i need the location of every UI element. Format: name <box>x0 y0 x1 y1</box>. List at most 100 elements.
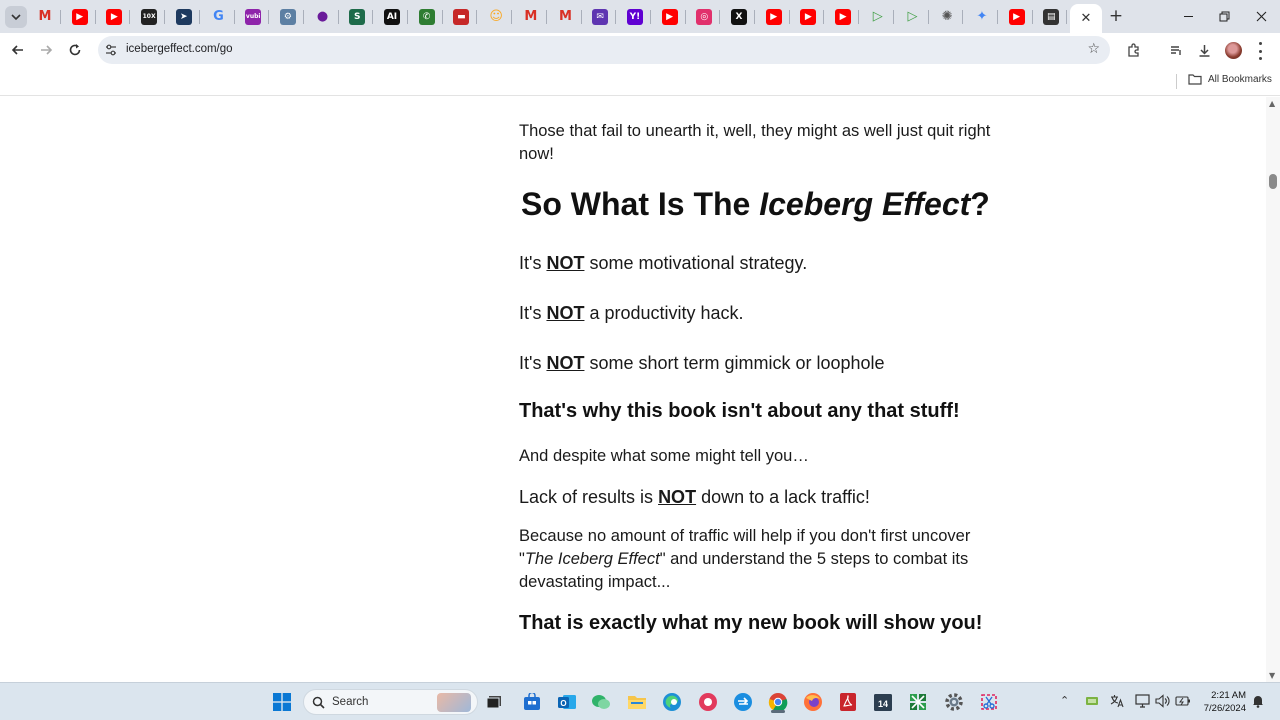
bookmark-star-icon[interactable]: ☆ <box>1087 41 1100 57</box>
pinned-tab[interactable]: vubi <box>238 4 270 29</box>
chat-icon <box>592 695 610 709</box>
not-line: It's NOT a productivity hack. <box>519 303 744 324</box>
pinned-tab[interactable]: ✉ <box>585 4 617 29</box>
page-heading: So What Is The Iceberg Effect? <box>521 186 990 223</box>
page-scrollbar[interactable]: ▲ ▼ <box>1266 97 1280 682</box>
restore-button[interactable] <box>1206 0 1242 33</box>
display-icon[interactable] <box>1135 694 1151 708</box>
pinned-tab[interactable]: ▶ <box>65 4 96 29</box>
pinned-tab[interactable]: M <box>30 4 61 29</box>
site-info-icon[interactable] <box>104 43 118 57</box>
tab-separator <box>892 10 894 24</box>
calendar-app[interactable]: 14 <box>871 690 895 714</box>
minimize-button[interactable] <box>1170 0 1206 33</box>
pinned-tab[interactable]: ✦ <box>967 4 998 29</box>
language-icon[interactable] <box>1109 694 1125 708</box>
tab-separator <box>511 10 513 24</box>
chrome-app[interactable] <box>766 690 790 714</box>
pinned-tab[interactable]: ☺ <box>481 4 513 29</box>
battery-icon[interactable] <box>1175 694 1191 708</box>
edge-app[interactable] <box>660 690 684 714</box>
store-app[interactable] <box>520 690 544 714</box>
task-view-button[interactable] <box>482 690 506 714</box>
all-bookmarks-button[interactable]: All Bookmarks <box>1188 73 1272 85</box>
not-emphasis: NOT <box>546 253 585 273</box>
firefox-app[interactable] <box>801 690 825 714</box>
volume-icon[interactable] <box>1155 694 1171 708</box>
pinned-tab[interactable]: ▶ <box>655 4 686 29</box>
pinned-tab[interactable]: ▷ <box>898 4 929 29</box>
pinned-tab[interactable]: ▷ <box>863 4 894 29</box>
pinned-tab[interactable]: ▤ <box>1036 4 1068 29</box>
tab-separator <box>233 10 235 24</box>
chrome-active-indicator <box>771 710 785 713</box>
pinned-tab[interactable]: 10X <box>134 4 166 29</box>
pinned-tab[interactable]: M <box>551 4 582 29</box>
pinned-tab[interactable]: ✺ <box>932 4 964 29</box>
sync-icon <box>734 693 752 711</box>
acrobat-app[interactable] <box>836 690 860 714</box>
downloads-button[interactable] <box>1194 40 1214 60</box>
vubi-icon: vubi <box>245 8 262 25</box>
menu-kebab-icon[interactable] <box>1254 42 1266 60</box>
pinned-tab[interactable]: ▬ <box>446 4 478 29</box>
pinned-tab[interactable]: ▶ <box>1002 4 1033 29</box>
pinned-tab[interactable]: ✆ <box>412 4 443 29</box>
tab-search-button[interactable] <box>5 6 27 28</box>
pinned-tab[interactable]: ◎ <box>689 4 721 29</box>
snipping-tool-app[interactable] <box>977 690 1001 714</box>
pinned-tab[interactable]: ● <box>308 4 339 29</box>
recorder-app[interactable] <box>696 690 720 714</box>
pinned-tab[interactable]: M <box>516 4 547 29</box>
tab-separator <box>129 10 131 24</box>
forward-button[interactable] <box>34 38 58 62</box>
close-window-button[interactable] <box>1243 0 1279 33</box>
system-clock[interactable]: 2:21 AM 7/26/2024 <box>1198 689 1246 715</box>
subheading-stuff: That's why this book isn't about any tha… <box>519 400 960 422</box>
pinned-tab[interactable]: G <box>204 4 235 29</box>
ai-icon: AI <box>384 8 400 25</box>
file-explorer-app[interactable] <box>625 690 649 714</box>
pinned-tab[interactable]: AI <box>377 4 408 29</box>
active-tab[interactable]: ✕ <box>1070 4 1102 33</box>
pinned-tab[interactable]: Y! <box>620 4 651 29</box>
scroll-thumb[interactable] <box>1269 174 1277 189</box>
play-green-icon: ▷ <box>907 9 918 24</box>
network-app-icon[interactable] <box>1085 695 1099 707</box>
reload-button[interactable] <box>63 38 87 62</box>
pinned-tab[interactable]: ▶ <box>99 4 131 29</box>
pinned-tab[interactable]: ▶ <box>828 4 860 29</box>
sync-app[interactable] <box>731 690 755 714</box>
show-hidden-icons-chevron-icon[interactable]: ⌃ <box>1060 694 1069 707</box>
task-view-icon <box>486 696 501 709</box>
address-bar[interactable]: icebergeffect.com/go ☆ <box>98 36 1110 64</box>
settings-app[interactable] <box>942 690 966 714</box>
yahoo-icon: Y! <box>626 8 643 25</box>
taskbar-search[interactable]: Search <box>303 689 478 715</box>
extensions-button[interactable] <box>1123 40 1143 60</box>
scroll-down-icon[interactable]: ▼ <box>1269 671 1275 680</box>
not-line-post: a productivity hack. <box>584 303 744 323</box>
media-control-button[interactable] <box>1166 40 1186 60</box>
back-button[interactable] <box>6 38 30 62</box>
pinned-tab[interactable]: ➤ <box>169 4 200 29</box>
pinned-tab[interactable]: ⚙ <box>273 4 304 29</box>
gmail-icon: M <box>559 9 572 24</box>
camtasia-app[interactable] <box>906 690 930 714</box>
gear-icon <box>945 693 963 711</box>
chat-app[interactable] <box>589 690 613 714</box>
profile-avatar[interactable] <box>1225 42 1242 59</box>
new-tab-button[interactable]: + <box>1106 6 1126 26</box>
not-line: It's NOT some motivational strategy. <box>519 253 807 274</box>
scroll-up-icon[interactable]: ▲ <box>1269 99 1275 108</box>
address-url[interactable]: icebergeffect.com/go <box>126 43 233 55</box>
start-button[interactable] <box>270 690 294 714</box>
close-tab-icon[interactable]: ✕ <box>1081 11 1092 26</box>
pinned-tab[interactable]: ▶ <box>759 4 790 29</box>
outlook-app[interactable]: O <box>555 690 579 714</box>
pinned-tab[interactable]: X <box>724 4 755 29</box>
clock-date: 7/26/2024 <box>1203 703 1246 714</box>
notification-bell-icon[interactable] <box>1252 694 1264 708</box>
pinned-tab[interactable]: ▶ <box>793 4 825 29</box>
pinned-tab[interactable]: S <box>342 4 374 29</box>
